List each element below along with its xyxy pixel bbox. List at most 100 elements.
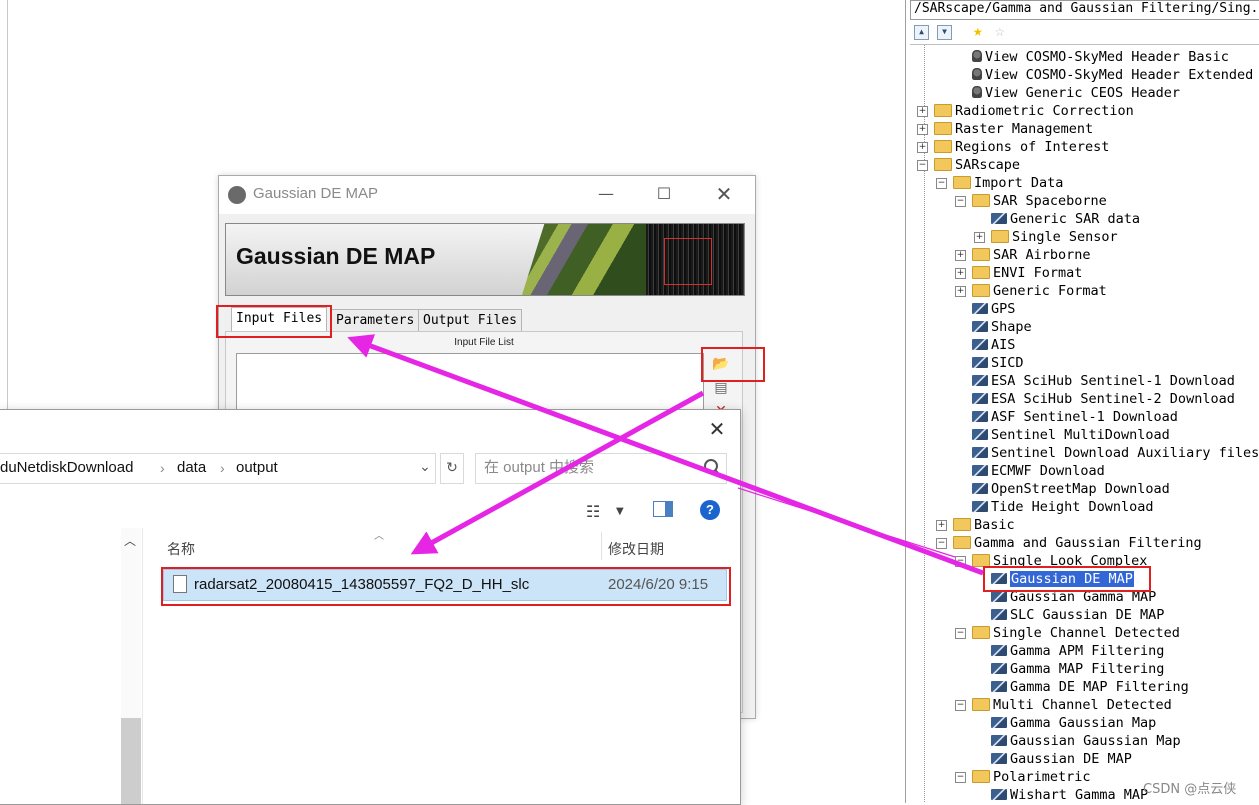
tool-icon [972, 320, 988, 332]
tree-item[interactable]: Sentinel Download Auxiliary files [972, 444, 1259, 462]
file-row[interactable]: radarsat2_20080415_143805597_FQ2_D_HH_sl… [163, 569, 727, 601]
collapse-icon[interactable]: − [936, 538, 947, 549]
tree-item[interactable]: AIS [972, 336, 1015, 354]
expand-icon[interactable]: + [974, 232, 985, 243]
address-bar[interactable]: duNetdiskDownload › data › output [0, 453, 436, 484]
expand-icon[interactable]: + [917, 106, 928, 117]
tree-item[interactable]: SARscape [934, 156, 1020, 174]
tree-item[interactable]: Polarimetric [972, 768, 1091, 786]
tree-item[interactable]: ENVI Format [972, 264, 1082, 282]
sort-caret-icon: ︿ [374, 531, 384, 542]
tool-icon [991, 662, 1007, 674]
tree-item[interactable]: ECMWF Download [972, 462, 1105, 480]
expand-icon[interactable]: + [955, 286, 966, 297]
tree-item[interactable]: Gaussian Gaussian Map [991, 732, 1181, 750]
tree-item[interactable]: Gamma DE MAP Filtering [991, 678, 1189, 696]
favorite-icon[interactable]: ☆ [995, 22, 1005, 40]
tree-item[interactable]: Sentinel MultiDownload [972, 426, 1170, 444]
collapse-icon[interactable]: − [955, 628, 966, 639]
tree-item[interactable]: SICD [972, 354, 1024, 372]
search-input[interactable]: 在 output 中搜索 [475, 453, 727, 484]
collapse-icon[interactable]: − [955, 700, 966, 711]
breadcrumb-output[interactable]: output [236, 454, 278, 482]
collapse-icon[interactable]: − [955, 772, 966, 783]
tree-item[interactable]: ESA SciHub Sentinel-2 Download [972, 390, 1235, 408]
file-list-icon[interactable]: ▤ [710, 377, 732, 399]
tree-item[interactable]: Basic [953, 516, 1015, 534]
tree-item[interactable]: Gaussian DE MAP [991, 570, 1134, 588]
tree-item[interactable]: Regions of Interest [934, 138, 1109, 156]
tree-item[interactable]: Wishart Gamma MAP [991, 786, 1148, 803]
tree-item[interactable]: Radiometric Correction [934, 102, 1134, 120]
tree-item[interactable]: Gamma and Gaussian Filtering [953, 534, 1202, 552]
scroll-up-icon[interactable]: ︿ [124, 532, 136, 549]
tree-item[interactable]: GPS [972, 300, 1015, 318]
tree-item[interactable]: OpenStreetMap Download [972, 480, 1170, 498]
expand-all-icon[interactable]: ▼ [937, 25, 952, 40]
tree-item[interactable]: Generic SAR data [991, 210, 1140, 228]
navigation-pane: ︿ [0, 528, 143, 804]
tree-item[interactable]: Gaussian Gamma MAP [991, 588, 1156, 606]
toolbox-path-field[interactable]: /SARscape/Gamma and Gaussian Filtering/S… [910, 0, 1259, 20]
column-header-name[interactable]: 名称 [167, 539, 195, 559]
collapse-icon[interactable]: − [936, 178, 947, 189]
tree-item[interactable]: View COSMO-SkyMed Header Basic [972, 48, 1229, 66]
tree-item[interactable]: ESA SciHub Sentinel-1 Download [972, 372, 1235, 390]
collapse-icon[interactable]: − [917, 160, 928, 171]
collapse-icon[interactable]: − [955, 556, 966, 567]
tree-item[interactable]: Single Channel Detected [972, 624, 1180, 642]
view-options-icon[interactable]: ☷ [586, 502, 600, 521]
folder-icon [972, 283, 990, 297]
add-favorite-icon[interactable]: ★ [973, 22, 983, 40]
expand-icon[interactable]: + [955, 250, 966, 261]
refresh-icon[interactable]: ↻ [440, 453, 464, 484]
header-view-icon [972, 50, 982, 62]
column-header-modified[interactable]: 修改日期 [608, 539, 664, 559]
tree-item[interactable]: Gaussian DE MAP [991, 750, 1132, 768]
tree-item[interactable]: Single Sensor [991, 228, 1118, 246]
maximize-icon[interactable]: ☐ [649, 182, 679, 206]
tree-item[interactable]: Import Data [953, 174, 1063, 192]
tree-item[interactable]: SAR Spaceborne [972, 192, 1107, 210]
tree-item[interactable]: Multi Channel Detected [972, 696, 1172, 714]
tree-item[interactable]: View COSMO-SkyMed Header Extended [972, 66, 1253, 84]
address-dropdown-icon[interactable]: ⌄ [414, 453, 436, 482]
column-divider[interactable] [601, 532, 602, 560]
collapse-all-icon[interactable]: ▲ [914, 25, 929, 40]
tree-item[interactable]: Generic Format [972, 282, 1107, 300]
banner-title: Gaussian DE MAP [236, 243, 436, 269]
tree-item[interactable]: Gamma APM Filtering [991, 642, 1164, 660]
tree-item[interactable]: ASF Sentinel-1 Download [972, 408, 1178, 426]
header-view-icon [972, 68, 982, 80]
tree-item[interactable]: SLC Gaussian DE MAP [991, 606, 1164, 624]
expand-icon[interactable]: + [955, 268, 966, 279]
tab-input-files[interactable]: Input Files [231, 307, 328, 332]
tree-item[interactable]: View Generic CEOS Header [972, 84, 1180, 102]
tab-output-files[interactable]: Output Files [418, 309, 522, 332]
breadcrumb-data[interactable]: data [177, 454, 206, 482]
breadcrumb-duNetdiskDownload[interactable]: duNetdiskDownload [0, 454, 133, 482]
tab-parameters[interactable]: Parameters [331, 309, 420, 332]
tree-item[interactable]: Gamma Gaussian Map [991, 714, 1156, 732]
breadcrumb-chevron-icon: › [160, 460, 165, 476]
view-dropdown-icon[interactable]: ▼ [616, 506, 624, 517]
collapse-icon[interactable]: − [955, 196, 966, 207]
expand-icon[interactable]: + [936, 520, 947, 531]
tool-icon [991, 734, 1007, 746]
minimize-icon[interactable]: — [591, 182, 621, 206]
expand-icon[interactable]: + [917, 124, 928, 135]
open-folder-icon[interactable]: 📂 [710, 353, 732, 375]
tree-item[interactable]: Shape [972, 318, 1032, 336]
tree-item[interactable]: Raster Management [934, 120, 1093, 138]
preview-pane-icon[interactable] [653, 501, 673, 517]
tree-item[interactable]: Single Look Complex [972, 552, 1147, 570]
tree-item[interactable]: SAR Airborne [972, 246, 1091, 264]
explorer-close-icon[interactable]: ✕ [700, 416, 734, 442]
tree-item[interactable]: Tide Height Download [972, 498, 1154, 516]
tree-item-label: Single Sensor [1012, 229, 1118, 245]
nav-scrollbar-thumb[interactable] [121, 718, 141, 804]
help-icon[interactable]: ? [700, 500, 720, 520]
tree-item[interactable]: Gamma MAP Filtering [991, 660, 1164, 678]
expand-icon[interactable]: + [917, 142, 928, 153]
close-icon[interactable]: ✕ [709, 182, 739, 206]
